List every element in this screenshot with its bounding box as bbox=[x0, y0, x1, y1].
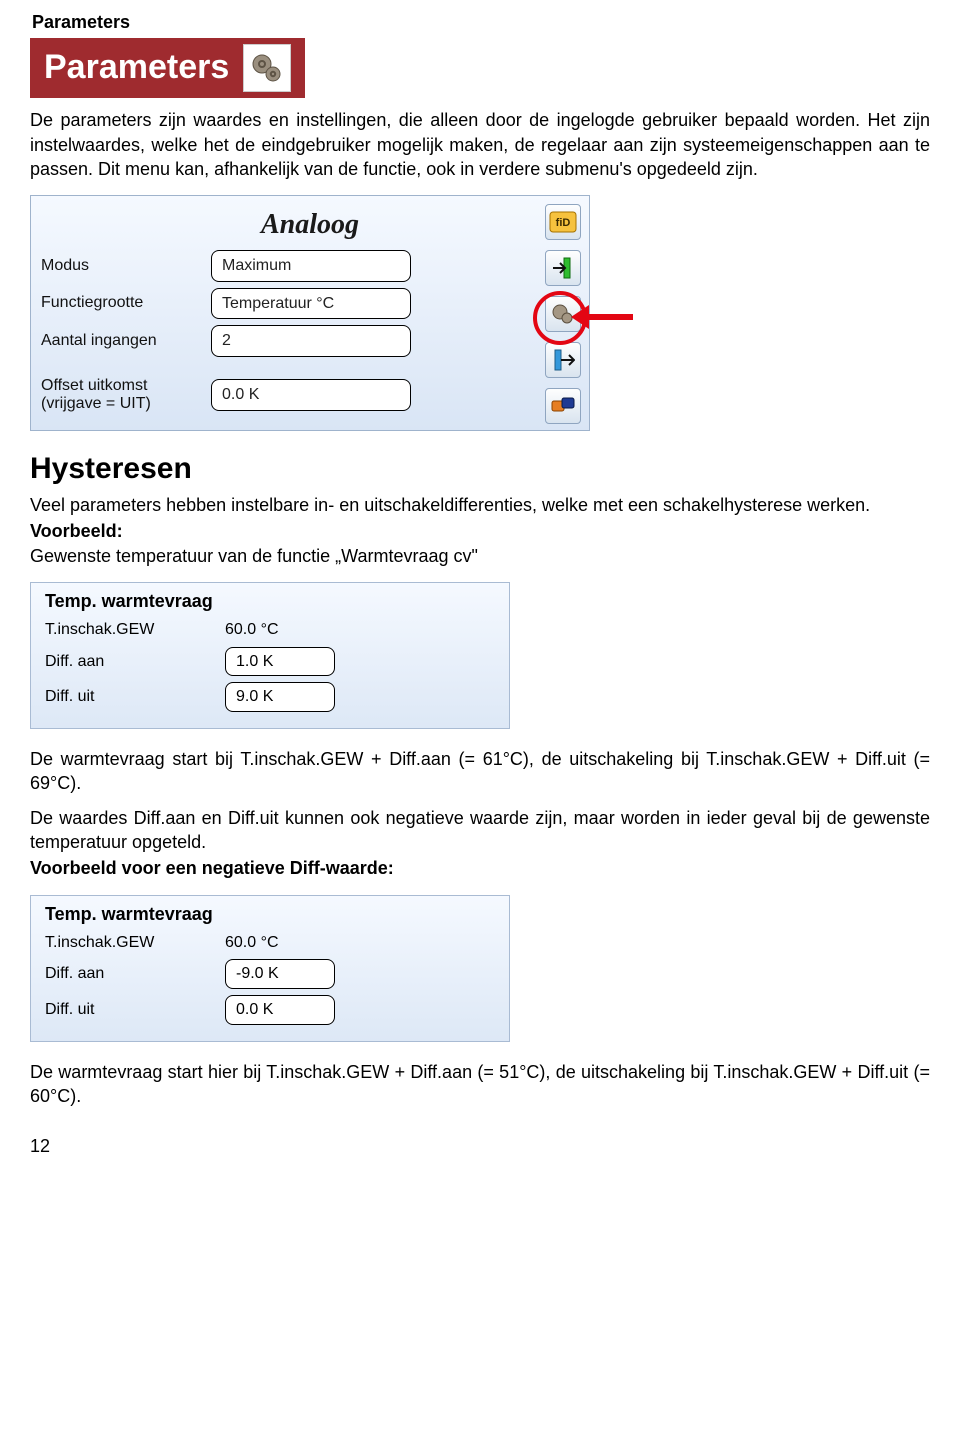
page-title: Parameters bbox=[44, 45, 229, 91]
panel-title: Analoog bbox=[41, 206, 579, 244]
voorbeeld-text: Gewenste temperatuur van de functie „War… bbox=[30, 544, 930, 568]
input-arrow-button[interactable] bbox=[545, 250, 581, 286]
functiegrootte-label: Functiegrootte bbox=[41, 294, 211, 312]
analoog-panel: Analoog Modus Maximum Functiegrootte Tem… bbox=[30, 195, 590, 430]
diff-aan-label: Diff. aan bbox=[45, 651, 225, 673]
voorbeeld2-label: Voorbeeld voor een negatieve Diff-waarde… bbox=[30, 858, 394, 878]
diff-uit-label-2: Diff. uit bbox=[45, 999, 225, 1021]
highlight-arrow-icon bbox=[583, 309, 653, 325]
diff-uit-field-2[interactable]: 0.0 K bbox=[225, 995, 335, 1025]
fid-button[interactable]: fiD bbox=[545, 204, 581, 240]
diff-uit-field[interactable]: 9.0 K bbox=[225, 682, 335, 712]
page-title-bar: Parameters bbox=[30, 38, 305, 98]
explain-3: De warmtevraag start hier bij T.inschak.… bbox=[30, 1060, 930, 1109]
aantal-ingangen-label: Aantal ingangen bbox=[41, 332, 211, 350]
intro-paragraph: De parameters zijn waardes en instelling… bbox=[30, 108, 930, 181]
diff-aan-field-2[interactable]: -9.0 K bbox=[225, 959, 335, 989]
offset-field[interactable]: 0.0 K bbox=[211, 379, 411, 411]
modus-label: Modus bbox=[41, 257, 211, 275]
hysteresen-text: Veel parameters hebben instelbare in- en… bbox=[30, 493, 930, 517]
functiegrootte-field[interactable]: Temperatuur °C bbox=[211, 288, 411, 320]
offset-label: Offset uitkomst (vrijgave = UIT) bbox=[41, 377, 211, 414]
warmtevraag-panel-2: Temp. warmtevraag T.inschak.GEW 60.0 °C … bbox=[30, 895, 510, 1042]
panel2-title: Temp. warmtevraag bbox=[45, 589, 495, 613]
output-arrow-button[interactable] bbox=[545, 342, 581, 378]
link-button[interactable] bbox=[545, 388, 581, 424]
t-inschak-value: 60.0 °C bbox=[225, 619, 279, 641]
t-inschak-value-2: 60.0 °C bbox=[225, 932, 279, 954]
warmtevraag-panel-1: Temp. warmtevraag T.inschak.GEW 60.0 °C … bbox=[30, 582, 510, 729]
panel3-title: Temp. warmtevraag bbox=[45, 902, 495, 926]
page-number: 12 bbox=[30, 1134, 930, 1158]
svg-text:fiD: fiD bbox=[556, 217, 571, 229]
parameters-button[interactable] bbox=[545, 296, 581, 332]
diff-aan-field[interactable]: 1.0 K bbox=[225, 647, 335, 677]
voorbeeld-label: Voorbeeld: bbox=[30, 521, 123, 541]
explain-1: De warmtevraag start bij T.inschak.GEW +… bbox=[30, 747, 930, 796]
gears-icon bbox=[243, 44, 291, 92]
modus-field[interactable]: Maximum bbox=[211, 250, 411, 282]
explain-2: De waardes Diff.aan en Diff.uit kunnen o… bbox=[30, 806, 930, 855]
t-inschak-label: T.inschak.GEW bbox=[45, 619, 225, 641]
t-inschak-label-2: T.inschak.GEW bbox=[45, 932, 225, 954]
section-byline: Parameters bbox=[32, 10, 930, 34]
diff-uit-label: Diff. uit bbox=[45, 686, 225, 708]
aantal-ingangen-field[interactable]: 2 bbox=[211, 325, 411, 357]
diff-aan-label-2: Diff. aan bbox=[45, 963, 225, 985]
hysteresen-heading: Hysteresen bbox=[30, 449, 930, 490]
